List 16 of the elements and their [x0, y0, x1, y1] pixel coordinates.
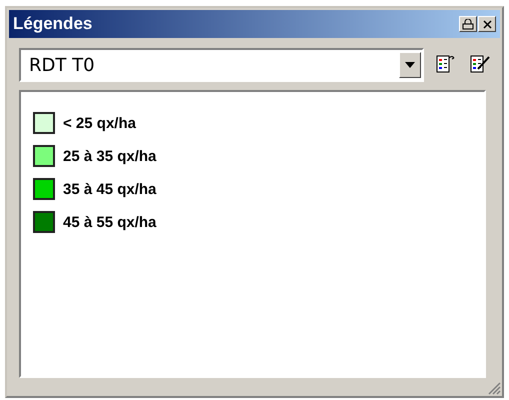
close-button[interactable]: [478, 16, 496, 32]
dropdown-arrow-button[interactable]: [399, 52, 421, 78]
legend-list-icon: [436, 55, 456, 75]
dropdown-value: RDT T0: [28, 54, 96, 76]
pin-button[interactable]: [459, 16, 477, 32]
close-icon: [482, 20, 492, 28]
caret-icon: [405, 62, 415, 68]
resize-grip-icon: [487, 381, 501, 395]
legend-pen-icon: [470, 55, 490, 75]
legend-label: 45 à 55 qx/ha: [63, 214, 156, 230]
legend-label: 25 à 35 qx/ha: [63, 148, 156, 164]
window-title: Légendes: [13, 14, 94, 34]
legend-label: < 25 qx/ha: [63, 114, 136, 132]
layer-dropdown[interactable]: RDT T0: [19, 48, 424, 82]
lock-icon: [462, 18, 474, 30]
legend-label: 35 à 45 qx/ha: [63, 180, 156, 198]
